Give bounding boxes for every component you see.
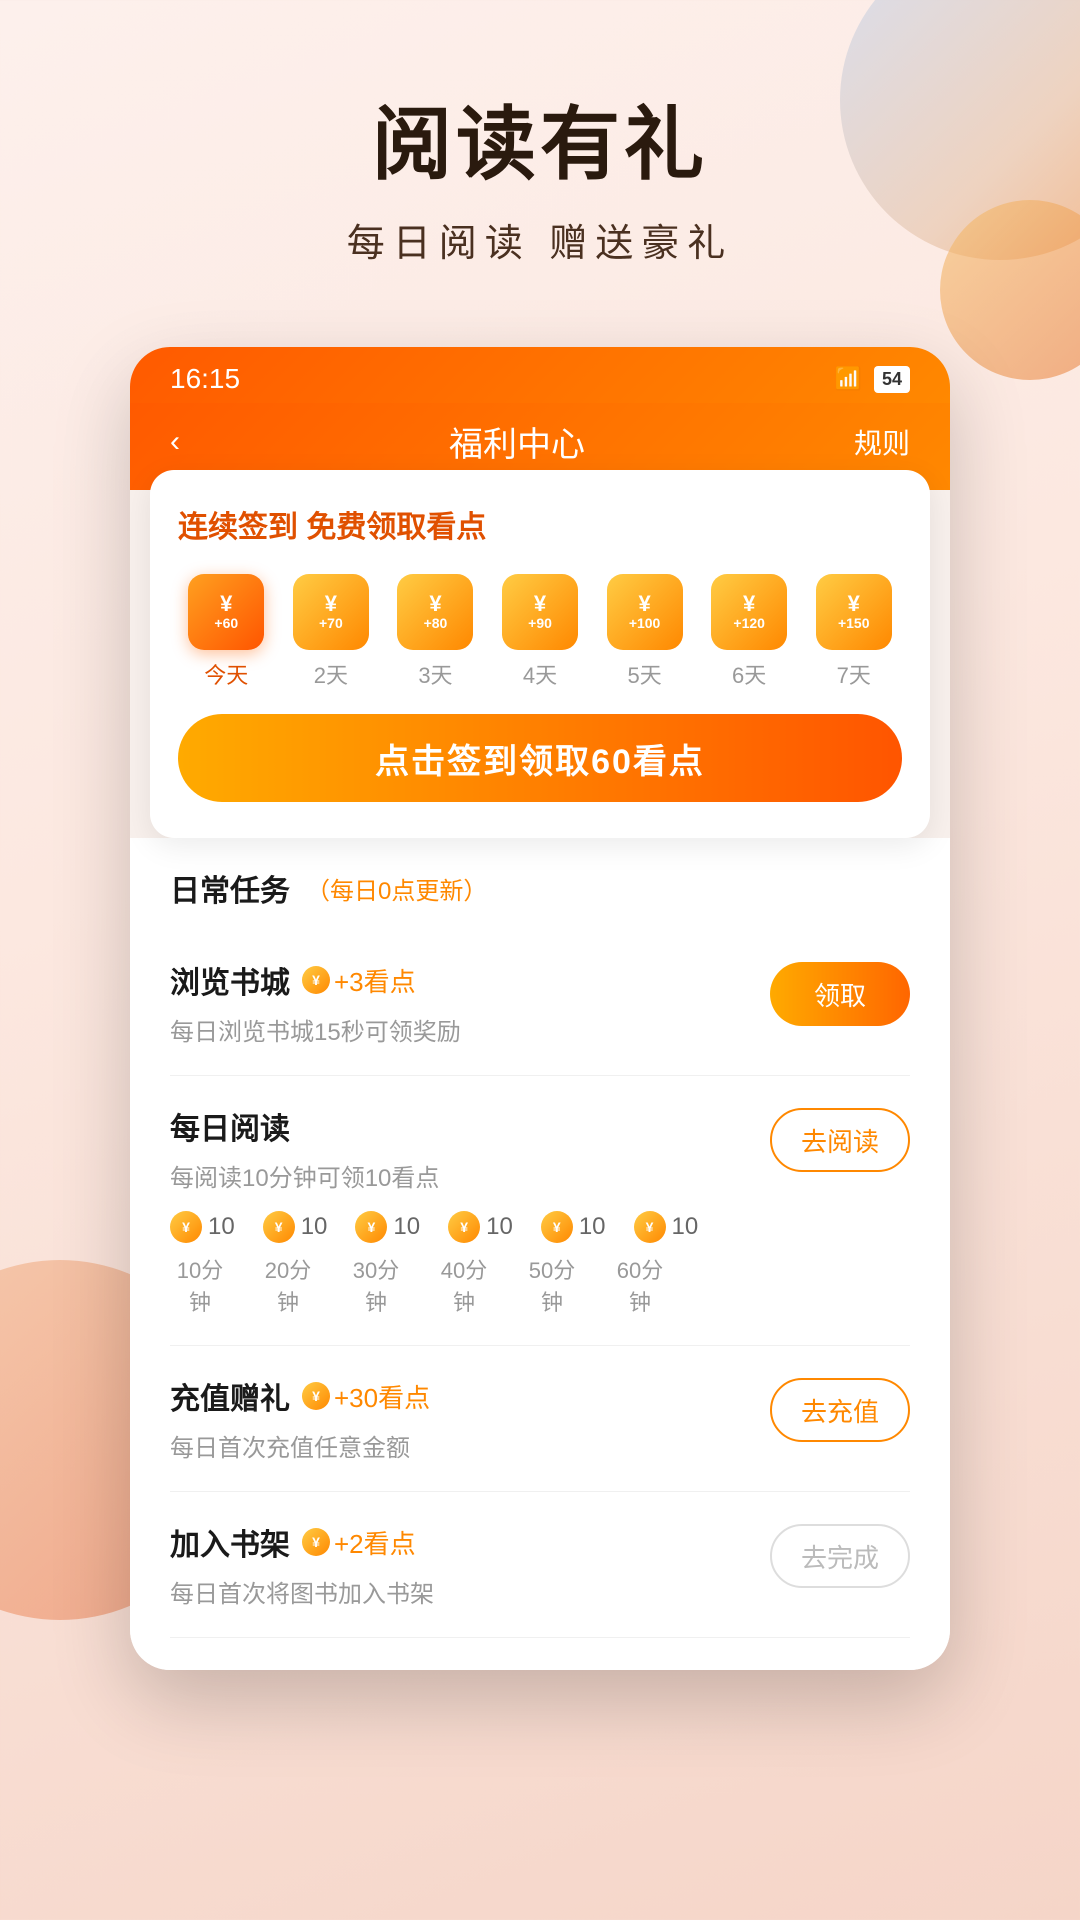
signin-days: ¥+60今天¥+702天¥+803天¥+904天¥+1005天¥+1206天¥+… [178, 574, 902, 690]
progress-coin-item: ¥10 [448, 1211, 513, 1243]
battery-badge: 54 [874, 366, 910, 393]
task-desc: 每日浏览书城15秒可领奖励 [170, 1012, 770, 1047]
progress-time-label: 50分钟 [522, 1253, 582, 1317]
tasks-title: 日常任务 [170, 866, 290, 910]
day-item[interactable]: ¥+120 6天 [701, 574, 798, 690]
coin-icon: ¥+90 [502, 574, 578, 650]
phone-screen: 16:15 📶 54 ‹ 福利中心 规则 连续签到 免费领取看点 ¥+60今天¥… [130, 347, 950, 1670]
status-icons: 📶 54 [835, 366, 910, 393]
task-item-2: 充值赠礼 ¥+30看点每日首次充值任意金额去充值 [170, 1346, 910, 1492]
rules-button[interactable]: 规则 [854, 422, 910, 462]
task-reward: ¥+3看点 [302, 962, 416, 999]
day-label: 5天 [627, 658, 661, 690]
day-label: 4天 [523, 658, 557, 690]
day-label: 今天 [204, 658, 248, 690]
progress-time-label: 60分钟 [610, 1253, 670, 1317]
task-info: 充值赠礼 ¥+30看点每日首次充值任意金额 [170, 1374, 770, 1463]
day-item[interactable]: ¥+150 7天 [805, 574, 902, 690]
progress-coin-item: ¥10 [170, 1211, 235, 1243]
tasks-section: 日常任务 （每日0点更新） 浏览书城 ¥+3看点每日浏览书城15秒可领奖励领取每日… [130, 838, 950, 1670]
day-item[interactable]: ¥+60 今天 [178, 574, 275, 690]
signin-card: 连续签到 免费领取看点 ¥+60 今天 ¥+70 2天 ¥+80 3天 ¥+90 4天 ¥+10… [150, 470, 930, 838]
progress-coin-icon: ¥ [263, 1211, 295, 1243]
progress-coin-icon: ¥ [448, 1211, 480, 1243]
day-item[interactable]: ¥+80 3天 [387, 574, 484, 690]
coin-icon: ¥+60 [188, 574, 264, 650]
task-btn-1[interactable]: 去阅读 [770, 1108, 910, 1172]
progress-coin-icon: ¥ [634, 1211, 666, 1243]
reward-coin-icon: ¥ [302, 966, 330, 994]
task-item-1: 每日阅读每阅读10分钟可领10看点¥10¥10¥10¥10¥10¥1010分钟2… [170, 1076, 910, 1346]
progress-time-label: 10分钟 [170, 1253, 230, 1317]
coin-icon: ¥+80 [397, 574, 473, 650]
task-btn-0[interactable]: 领取 [770, 962, 910, 1026]
day-label: 3天 [418, 658, 452, 690]
progress-coin-amount: 10 [208, 1213, 235, 1241]
progress-coin-icon: ¥ [355, 1211, 387, 1243]
signin-card-title: 连续签到 免费领取看点 [178, 502, 902, 546]
progress-time-label: 40分钟 [434, 1253, 494, 1317]
task-info: 每日阅读每阅读10分钟可领10看点¥10¥10¥10¥10¥10¥1010分钟2… [170, 1104, 770, 1317]
day-label: 6天 [732, 658, 766, 690]
progress-coin-item: ¥10 [355, 1211, 420, 1243]
coin-icon: ¥+150 [816, 574, 892, 650]
progress-coin-icon: ¥ [170, 1211, 202, 1243]
day-label: 7天 [837, 658, 871, 690]
day-item[interactable]: ¥+100 5天 [596, 574, 693, 690]
progress-time-label: 30分钟 [346, 1253, 406, 1317]
task-info: 加入书架 ¥+2看点每日首次将图书加入书架 [170, 1520, 770, 1609]
progress-time-label: 20分钟 [258, 1253, 318, 1317]
page-header: 阅读有礼 每日阅读 赠送豪礼 [0, 0, 1080, 307]
progress-coin-item: ¥10 [634, 1211, 699, 1243]
task-btn-3[interactable]: 去完成 [770, 1524, 910, 1588]
progress-coin-amount: 10 [301, 1213, 328, 1241]
day-label: 2天 [314, 658, 348, 690]
task-name: 每日阅读 [170, 1104, 290, 1148]
day-item[interactable]: ¥+70 2天 [283, 574, 380, 690]
sub-title: 每日阅读 赠送豪礼 [60, 212, 1020, 267]
task-name: 充值赠礼 [170, 1374, 290, 1418]
task-btn-2[interactable]: 去充值 [770, 1378, 910, 1442]
nav-title: 福利中心 [449, 417, 585, 466]
task-name: 浏览书城 [170, 958, 290, 1002]
task-desc: 每日首次将图书加入书架 [170, 1574, 770, 1609]
coin-icon: ¥+120 [711, 574, 787, 650]
phone-mockup: 16:15 📶 54 ‹ 福利中心 规则 连续签到 免费领取看点 ¥+60今天¥… [130, 347, 950, 1670]
task-desc: 每阅读10分钟可领10看点 [170, 1158, 770, 1193]
reward-coin-icon: ¥ [302, 1528, 330, 1556]
progress-coin-icon: ¥ [541, 1211, 573, 1243]
day-item[interactable]: ¥+90 4天 [492, 574, 589, 690]
progress-coin-amount: 10 [393, 1213, 420, 1241]
wifi-icon: 📶 [835, 366, 862, 392]
coin-icon: ¥+70 [293, 574, 369, 650]
task-reward: ¥+30看点 [302, 1378, 430, 1415]
progress-coin-item: ¥10 [263, 1211, 328, 1243]
status-time: 16:15 [170, 363, 240, 395]
signin-button[interactable]: 点击签到领取60看点 [178, 714, 902, 802]
task-list: 浏览书城 ¥+3看点每日浏览书城15秒可领奖励领取每日阅读每阅读10分钟可领10看… [170, 930, 910, 1638]
tasks-update-hint: （每日0点更新） [306, 871, 487, 906]
progress-coin-amount: 10 [486, 1213, 513, 1241]
reward-coin-icon: ¥ [302, 1382, 330, 1410]
main-title: 阅读有礼 [60, 80, 1020, 196]
progress-coin-item: ¥10 [541, 1211, 606, 1243]
task-item-3: 加入书架 ¥+2看点每日首次将图书加入书架去完成 [170, 1492, 910, 1638]
status-bar: 16:15 📶 54 [130, 347, 950, 403]
coin-icon: ¥+100 [607, 574, 683, 650]
task-reward: ¥+2看点 [302, 1524, 416, 1561]
progress-coin-amount: 10 [672, 1213, 699, 1241]
task-item-0: 浏览书城 ¥+3看点每日浏览书城15秒可领奖励领取 [170, 930, 910, 1076]
task-name: 加入书架 [170, 1520, 290, 1564]
task-desc: 每日首次充值任意金额 [170, 1428, 770, 1463]
back-button[interactable]: ‹ [170, 425, 180, 459]
tasks-header: 日常任务 （每日0点更新） [170, 838, 910, 930]
task-info: 浏览书城 ¥+3看点每日浏览书城15秒可领奖励 [170, 958, 770, 1047]
progress-coin-amount: 10 [579, 1213, 606, 1241]
reading-progress: ¥10¥10¥10¥10¥10¥1010分钟20分钟30分钟40分钟50分钟60… [170, 1211, 770, 1317]
